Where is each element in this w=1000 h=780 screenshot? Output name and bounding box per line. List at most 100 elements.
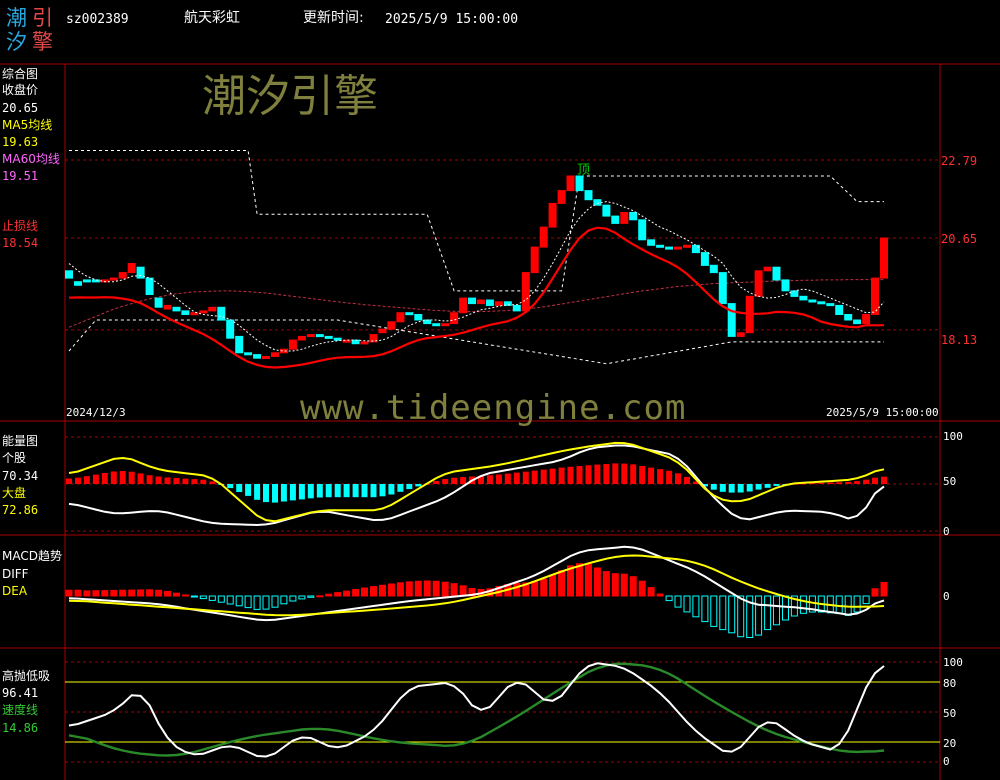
macd-bar-24: [271, 595, 279, 608]
candle-53: [530, 246, 539, 274]
energy-bar-29: [316, 484, 323, 498]
macd-bar-28: [307, 595, 315, 598]
candle-45: [459, 297, 468, 314]
peak-label: 顶: [577, 163, 591, 178]
candle-6: [109, 277, 118, 281]
energy-bar-25: [280, 484, 287, 502]
macd-bar-60: [593, 567, 601, 597]
main-y-tick-3: 18.13: [941, 333, 978, 347]
macd-bar-34: [361, 587, 368, 597]
gaop-y-tick-100: 100: [943, 656, 963, 669]
energy-bar-87: [836, 482, 843, 484]
macd-bar-64: [629, 576, 637, 597]
energy-bar-63: [621, 463, 628, 484]
candle-74: [718, 272, 727, 305]
macd-bar-79: [764, 595, 772, 631]
candle-82: [790, 290, 799, 297]
macd-bar-33: [352, 589, 360, 597]
logo-char-1: 潮: [6, 6, 27, 30]
close-value: 20.65: [2, 101, 39, 115]
macd-dea-label: DEA: [2, 584, 28, 598]
energy-bar-22: [254, 484, 261, 500]
macd-bar-32: [343, 590, 351, 597]
candle-3: [82, 279, 91, 283]
macd-bar-3: [83, 590, 91, 597]
macd-bar-73: [710, 595, 718, 627]
energy-bar-54: [540, 469, 547, 484]
candle-21: [244, 352, 253, 356]
macd-bar-83: [799, 595, 807, 614]
candle-57: [566, 175, 575, 192]
candle-47: [477, 299, 485, 305]
candle-68: [665, 246, 674, 250]
macd-bar-65: [638, 580, 646, 597]
macd-bar-9: [137, 589, 145, 597]
macd-bar-8: [128, 589, 136, 597]
energy-bar-2: [75, 477, 81, 484]
candle-88: [844, 314, 853, 321]
energy-bar-66: [648, 467, 655, 484]
macd-bar-68: [665, 595, 673, 602]
macd-bar-63: [620, 573, 628, 597]
macd-bar-6: [110, 589, 118, 597]
candle-42: [432, 323, 441, 327]
energy-bar-16: [200, 479, 207, 484]
energy-bar-53: [531, 470, 538, 484]
candle-64: [629, 212, 638, 221]
macd-bar-39: [405, 581, 413, 597]
candle-16: [199, 310, 208, 314]
speed-value: 14.86: [2, 721, 39, 735]
energy-bar-30: [325, 484, 332, 498]
candle-84: [808, 299, 817, 303]
macd-bar-90: [862, 595, 870, 605]
macd-bar-14: [181, 594, 189, 597]
stop-value: 18.54: [2, 236, 39, 250]
energy-bar-89: [854, 481, 861, 484]
candle-59: [584, 190, 593, 201]
energy-market-value: 72.86: [2, 503, 39, 517]
macd-diff-label: DIFF: [2, 567, 29, 581]
energy-stock-value: 70.34: [2, 469, 39, 483]
candle-83: [799, 295, 808, 301]
energy-y-tick-50: 50: [943, 475, 957, 488]
energy-bar-26: [289, 484, 296, 501]
energy-bar-20: [236, 484, 243, 492]
macd-bar-80: [773, 595, 780, 626]
candle-2: [74, 281, 82, 286]
energy-market-label: 大盘: [2, 486, 27, 500]
energy-bar-32: [343, 484, 350, 498]
energy-bar-92: [881, 476, 887, 484]
macd-bar-91: [871, 588, 879, 597]
candle-20: [235, 335, 244, 354]
macd-bar-66: [647, 587, 655, 597]
energy-bar-68: [666, 470, 673, 484]
candle-73: [709, 264, 718, 274]
energy-stock-line: [68, 444, 885, 527]
energy-bar-28: [307, 484, 314, 499]
energy-bar-31: [334, 484, 341, 498]
macd-bar-56: [558, 570, 566, 597]
energy-bar-78: [755, 484, 762, 490]
energy-bar-56: [558, 467, 565, 484]
macd-bar-15: [190, 595, 198, 598]
ma5-label: MA5均线: [2, 118, 53, 132]
energy-bar-6: [110, 471, 117, 484]
energy-bar-35: [370, 484, 377, 498]
energy-y-tick-0: 0: [943, 525, 950, 538]
candle-33: [351, 339, 360, 345]
candle-40: [414, 314, 423, 321]
macd-bar-26: [289, 595, 297, 602]
macd-bar-13: [173, 592, 180, 597]
stop-label: 止损线: [2, 219, 39, 233]
candle-22: [253, 354, 262, 359]
candle-62: [611, 215, 620, 224]
candle-54: [539, 226, 548, 248]
candle-10: [145, 277, 154, 296]
candle-30: [324, 335, 333, 339]
candle-92: [880, 237, 888, 279]
macd-bar-7: [119, 589, 127, 597]
macd-bar-59: [585, 563, 592, 597]
candle-91: [871, 277, 879, 316]
energy-bar-33: [352, 484, 359, 498]
candle-37: [387, 321, 396, 330]
